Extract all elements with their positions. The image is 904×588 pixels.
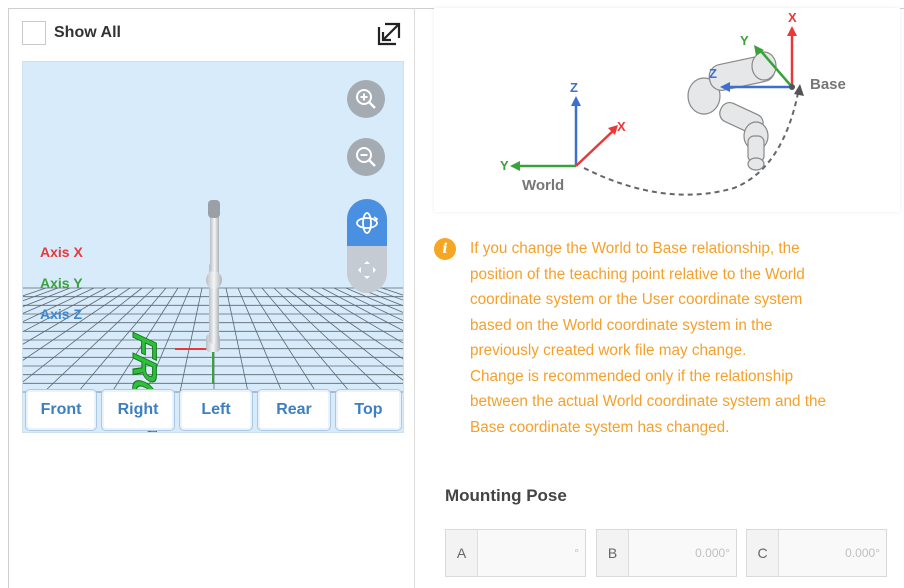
info-line: between the actual World coordinate syst… [470, 393, 827, 410]
axis-y-label: Axis Y [40, 275, 83, 291]
field-value[interactable]: 0.000° [629, 530, 736, 576]
info-text: If you change the World to Base relation… [470, 236, 900, 440]
view-top-button[interactable]: Top [335, 389, 402, 431]
view-mode-toggle [347, 199, 387, 293]
world-label: World [522, 177, 564, 194]
svg-text:Y: Y [740, 33, 749, 48]
info-line: Base coordinate system has changed. [470, 418, 730, 436]
info-line: If you change the World to Base relation… [470, 240, 800, 257]
mounting-pose-title: Mounting Pose [445, 486, 567, 505]
zoom-out-button[interactable] [347, 138, 385, 176]
mounting-pose-a-field[interactable]: A ° [445, 529, 586, 577]
axis-z-label: Axis Z [40, 306, 83, 322]
view-rear-button[interactable]: Rear [257, 389, 331, 431]
field-label: B [597, 530, 629, 576]
info-line: Change is recommended only if the relati… [470, 367, 794, 385]
view-right-button[interactable]: Right [101, 389, 175, 431]
mounting-pose-c-field[interactable]: C 0.000° [746, 529, 887, 577]
world-base-diagram: Z Y X World Z X Y Base [434, 8, 900, 212]
svg-text:Z: Z [709, 66, 717, 81]
field-label: A [446, 530, 478, 576]
svg-text:X: X [617, 119, 626, 134]
base-label: Base [810, 76, 846, 93]
pan-icon [358, 260, 376, 279]
robot-3d-viewport[interactable]: FRONT Axis X Axis Y Axis Z Front Right L… [22, 61, 404, 433]
field-value[interactable]: 0.000° [779, 530, 886, 576]
pan-mode-button[interactable] [347, 246, 387, 293]
show-all-toggle[interactable]: Show All [22, 21, 121, 45]
view-button-bar: Front Right Left Rear Top [23, 385, 403, 432]
panel-divider [414, 8, 415, 588]
svg-text:X: X [788, 10, 797, 25]
zoom-in-button[interactable] [347, 80, 385, 118]
view-left-button[interactable]: Left [179, 389, 253, 431]
zoom-in-icon [356, 89, 376, 109]
info-line: coordinate system or the User coordinate… [470, 291, 803, 308]
info-line: based on the World coordinate system in … [470, 316, 773, 334]
expand-icon[interactable] [375, 20, 403, 48]
view-front-button[interactable]: Front [25, 389, 97, 431]
rotate-icon [356, 211, 379, 234]
svg-text:Z: Z [570, 80, 578, 95]
svg-text:Y: Y [500, 158, 509, 173]
info-line: previously created work file may change. [470, 342, 747, 359]
rotate-mode-button[interactable] [347, 199, 387, 246]
field-value[interactable]: ° [478, 530, 585, 576]
field-label: C [747, 530, 779, 576]
show-all-label: Show All [54, 24, 121, 41]
info-line: position of the teaching point relative … [470, 265, 805, 283]
axis-x-label: Axis X [40, 244, 83, 260]
show-all-checkbox[interactable] [22, 21, 46, 45]
zoom-out-icon [356, 147, 376, 167]
info-icon: i [434, 238, 456, 260]
mounting-pose-b-field[interactable]: B 0.000° [596, 529, 737, 577]
